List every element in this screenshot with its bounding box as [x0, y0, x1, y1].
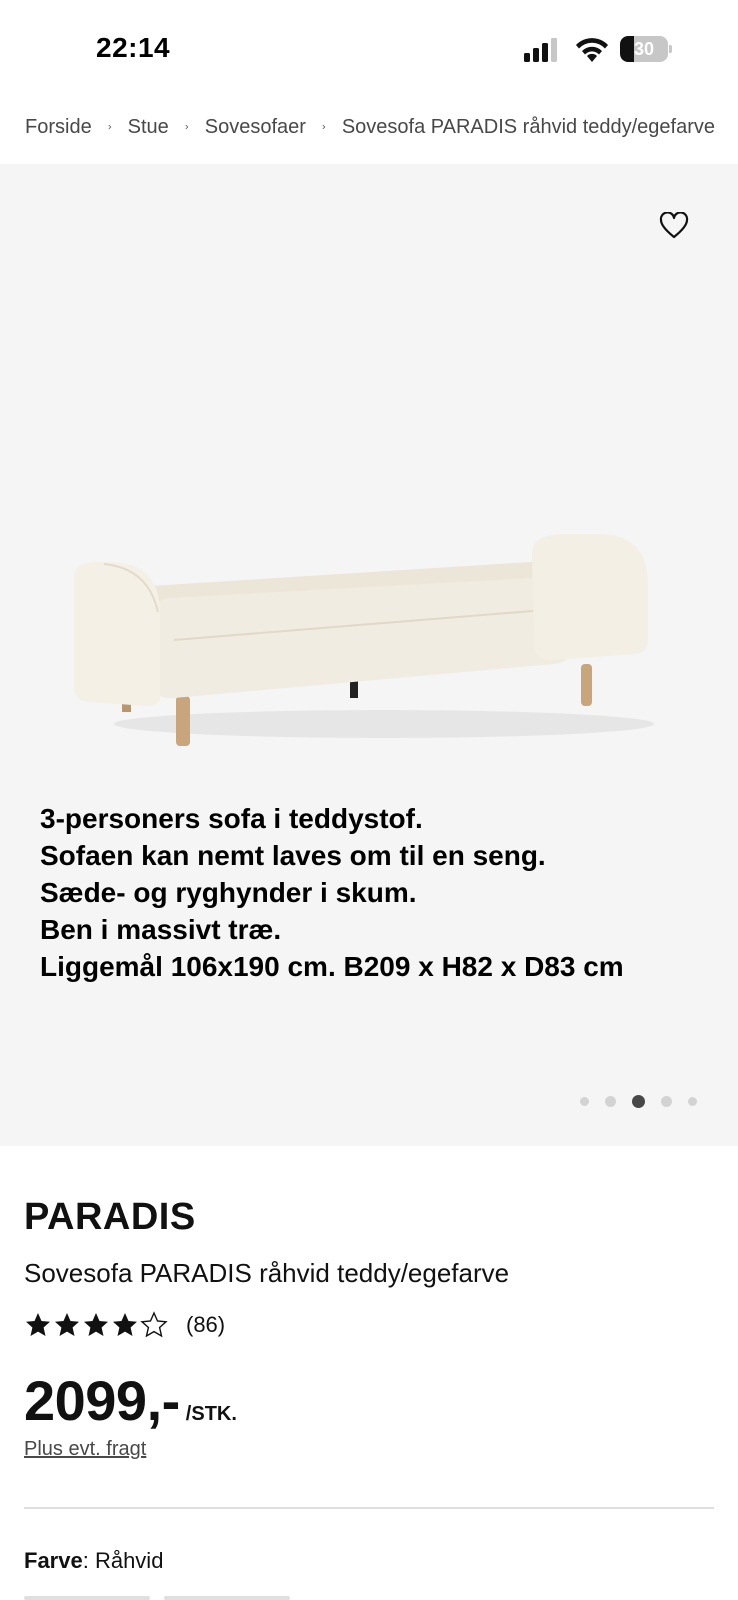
price-unit: /STK.	[185, 1403, 237, 1425]
product-price: 2099,- /STK.	[24, 1368, 237, 1433]
color-swatches	[24, 1596, 304, 1600]
color-label: Farve	[24, 1548, 83, 1573]
product-description: Sovesofa PARADIS råhvid teddy/egefarve	[24, 1258, 510, 1288]
product-rating[interactable]: (86)	[24, 1310, 225, 1340]
battery-icon: 30	[620, 36, 672, 62]
breadcrumb: Forside Stue Sovesofaer Sovesofa PARADIS…	[25, 112, 715, 142]
review-count[interactable]: (86)	[186, 1312, 225, 1338]
wishlist-button[interactable]	[654, 206, 694, 246]
breadcrumb-current: Sovesofa PARADIS råhvid teddy/egefarve	[341, 115, 715, 138]
chevron-right-icon	[185, 124, 189, 130]
divider	[24, 1507, 714, 1509]
product-image-gallery[interactable]: 3-personers sofa i teddystof. Sofaen kan…	[0, 164, 738, 1146]
color-swatch[interactable]	[24, 1596, 150, 1600]
sofa-image	[74, 534, 654, 746]
battery-level: 30	[633, 39, 655, 59]
color-swatch[interactable]	[164, 1596, 290, 1600]
carousel-dot[interactable]	[580, 1096, 589, 1106]
carousel-dots	[580, 1093, 713, 1109]
caption-line: Sæde- og ryghynder i skum.	[40, 877, 417, 908]
chevron-right-icon	[108, 124, 111, 130]
price-amount: 2099,-	[24, 1369, 180, 1432]
heart-outline-icon	[659, 212, 689, 239]
carousel-dot[interactable]	[688, 1096, 697, 1106]
signal-icon	[524, 38, 557, 62]
caption-line: Liggemål 106x190 cm. B209 x H82 x D83 cm	[40, 951, 624, 982]
breadcrumb-home[interactable]: Forside	[25, 116, 92, 139]
wifi-icon	[576, 38, 608, 62]
chevron-right-icon	[322, 124, 326, 130]
status-time: 22:14	[96, 32, 171, 63]
caption-line: Sofaen kan nemt laves om til en seng.	[40, 840, 546, 871]
product-name: PARADIS	[24, 1196, 196, 1238]
image-caption: 3-personers sofa i teddystof. Sofaen kan…	[40, 800, 730, 985]
carousel-dot[interactable]	[605, 1095, 616, 1107]
color-value: Råhvid	[94, 1548, 164, 1573]
status-bar: 22:14 30	[0, 0, 738, 100]
color-selection: Farve: Råhvid	[24, 1548, 164, 1573]
carousel-dot[interactable]	[661, 1095, 672, 1107]
caption-line: Ben i massivt træ.	[40, 914, 282, 945]
shipping-info-link[interactable]: Plus evt. fragt	[24, 1438, 146, 1461]
star-rating-icon	[26, 1312, 167, 1337]
carousel-dot-active[interactable]	[632, 1094, 645, 1108]
caption-line: 3-personers sofa i teddystof.	[40, 803, 423, 834]
breadcrumb-sovesofaer[interactable]: Sovesofaer	[205, 116, 306, 139]
breadcrumb-stue[interactable]: Stue	[128, 116, 169, 139]
